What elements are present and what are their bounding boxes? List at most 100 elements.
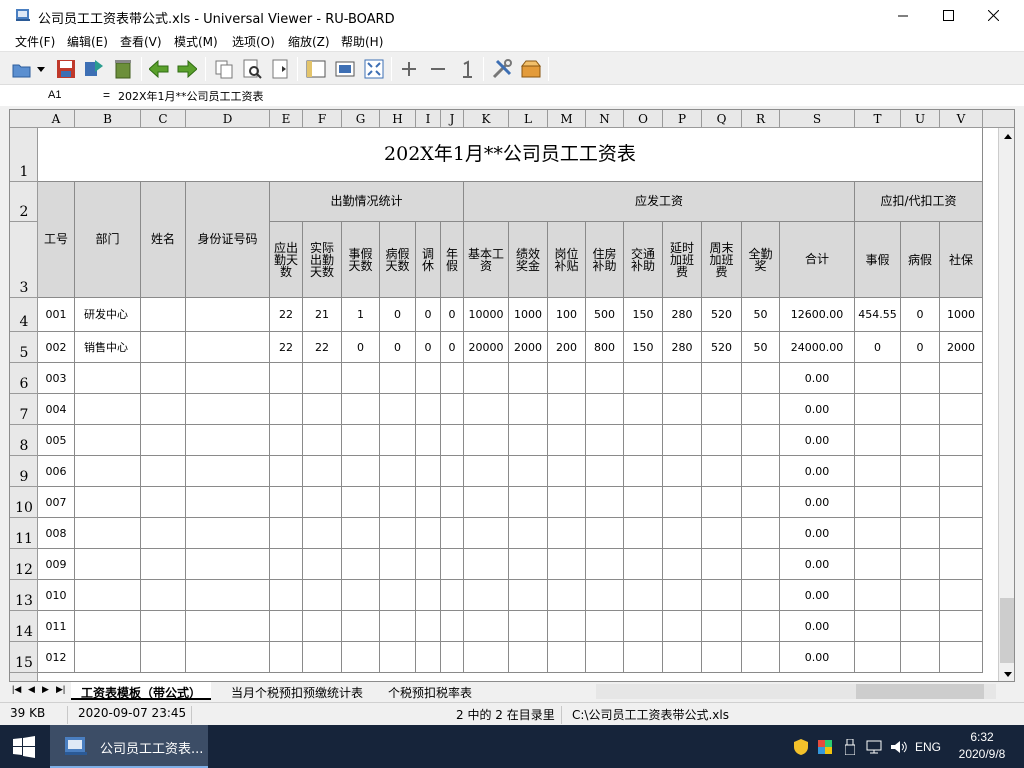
cell-empty[interactable] <box>586 425 624 456</box>
cell-empty[interactable] <box>855 394 901 425</box>
cell-empty[interactable] <box>270 611 303 642</box>
cell-empty[interactable] <box>624 518 663 549</box>
goto-button[interactable] <box>268 57 292 81</box>
cell-u[interactable]: 0 <box>901 298 940 332</box>
cell-name[interactable] <box>141 332 186 363</box>
header-comp-off[interactable]: 调休 <box>416 222 441 298</box>
header-due-days[interactable]: 应出勤天数 <box>270 222 303 298</box>
cell-empty[interactable] <box>342 394 380 425</box>
cell-empty[interactable] <box>141 487 186 518</box>
cell-empty[interactable] <box>270 425 303 456</box>
cell-empty[interactable] <box>441 518 464 549</box>
cell-empty[interactable] <box>416 394 441 425</box>
open-dropdown[interactable] <box>34 57 48 81</box>
cell-k[interactable]: 10000 <box>464 298 509 332</box>
cell-empty[interactable] <box>509 487 548 518</box>
column-header-n[interactable]: N <box>586 110 624 128</box>
cell-empty[interactable] <box>624 549 663 580</box>
cell-reference[interactable]: A1 <box>14 87 96 105</box>
header-ded-social[interactable]: 社保 <box>940 222 983 298</box>
header-id[interactable]: 工号 <box>38 182 75 298</box>
view-mode-button[interactable] <box>333 57 357 81</box>
cell-empty[interactable] <box>940 425 983 456</box>
first-sheet-icon[interactable]: |◀ <box>12 684 21 695</box>
column-header-r[interactable]: R <box>742 110 780 128</box>
cell-empty[interactable] <box>441 363 464 394</box>
cell-empty[interactable] <box>270 363 303 394</box>
settings-button[interactable] <box>490 57 514 81</box>
cell-empty[interactable] <box>548 487 586 518</box>
cell-empty[interactable] <box>624 487 663 518</box>
row-header-10[interactable]: 10 <box>10 487 38 518</box>
cell-empty[interactable] <box>742 425 780 456</box>
column-header-s[interactable]: S <box>780 110 855 128</box>
color-app-icon[interactable] <box>816 725 834 768</box>
cell-empty[interactable] <box>855 456 901 487</box>
header-sick-leave[interactable]: 病假天数 <box>380 222 416 298</box>
cell-empty[interactable] <box>416 487 441 518</box>
cell-dept[interactable]: 销售中心 <box>75 332 141 363</box>
cell-empty[interactable] <box>548 549 586 580</box>
cell-empty[interactable] <box>186 363 270 394</box>
sheet-title[interactable]: 202X年1月**公司员工工资表 <box>38 128 983 182</box>
cell-empty[interactable] <box>663 549 702 580</box>
cell-empty[interactable] <box>342 363 380 394</box>
cell-empty[interactable] <box>901 363 940 394</box>
cell-h[interactable]: 0 <box>380 298 416 332</box>
cell-empty[interactable] <box>141 456 186 487</box>
header-base[interactable]: 基本工资 <box>464 222 509 298</box>
cell-empty[interactable] <box>75 518 141 549</box>
cell-g[interactable]: 1 <box>342 298 380 332</box>
cell-empty[interactable] <box>663 518 702 549</box>
cell-empty[interactable] <box>663 487 702 518</box>
row-header-12[interactable]: 12 <box>10 549 38 580</box>
cell-empty[interactable] <box>940 580 983 611</box>
column-header-m[interactable]: M <box>548 110 586 128</box>
cell-empty[interactable] <box>702 487 742 518</box>
prev-sheet-icon[interactable]: ◀ <box>28 684 35 695</box>
cell-empty[interactable] <box>742 549 780 580</box>
cell-s[interactable]: 12600.00 <box>780 298 855 332</box>
plugins-button[interactable] <box>519 57 543 81</box>
column-header-h[interactable]: H <box>380 110 416 128</box>
header-personal-leave[interactable]: 事假天数 <box>342 222 380 298</box>
cell-empty[interactable] <box>75 549 141 580</box>
column-header-b[interactable]: B <box>75 110 141 128</box>
cell-empty[interactable] <box>75 487 141 518</box>
cell-empty[interactable] <box>270 549 303 580</box>
cell-empty[interactable] <box>464 580 509 611</box>
cell-empty[interactable] <box>702 456 742 487</box>
cell-empty[interactable] <box>303 363 342 394</box>
save-button[interactable] <box>54 57 78 81</box>
cell-empty[interactable] <box>380 363 416 394</box>
cell-empty[interactable] <box>548 363 586 394</box>
cell-empty[interactable] <box>901 487 940 518</box>
cell-s[interactable]: 0.00 <box>780 363 855 394</box>
cell-empty[interactable] <box>186 642 270 673</box>
cell-empty[interactable] <box>303 456 342 487</box>
cell-empty[interactable] <box>75 363 141 394</box>
cell-empty[interactable] <box>303 580 342 611</box>
cell-empty[interactable] <box>416 549 441 580</box>
cell-i[interactable]: 0 <box>416 332 441 363</box>
cell-empty[interactable] <box>742 487 780 518</box>
cell-empty[interactable] <box>416 456 441 487</box>
cell-empty[interactable] <box>342 425 380 456</box>
cell-empty[interactable] <box>702 425 742 456</box>
volume-icon[interactable] <box>888 725 910 768</box>
zoom-in-button[interactable] <box>397 57 421 81</box>
cell-r[interactable]: 50 <box>742 332 780 363</box>
row-header-4[interactable]: 4 <box>10 298 38 332</box>
cell-empty[interactable] <box>663 363 702 394</box>
cell-empty[interactable] <box>901 549 940 580</box>
cell-empty[interactable] <box>75 611 141 642</box>
cell-idcard[interactable] <box>186 298 270 332</box>
vertical-scroll-thumb[interactable] <box>1000 598 1014 663</box>
vertical-scrollbar[interactable] <box>998 128 1014 681</box>
cell-t[interactable]: 454.55 <box>855 298 901 332</box>
cell-empty[interactable] <box>380 642 416 673</box>
cell-empty[interactable] <box>141 642 186 673</box>
cell-q[interactable]: 520 <box>702 298 742 332</box>
cell-empty[interactable] <box>270 487 303 518</box>
header-perf[interactable]: 绩效奖金 <box>509 222 548 298</box>
